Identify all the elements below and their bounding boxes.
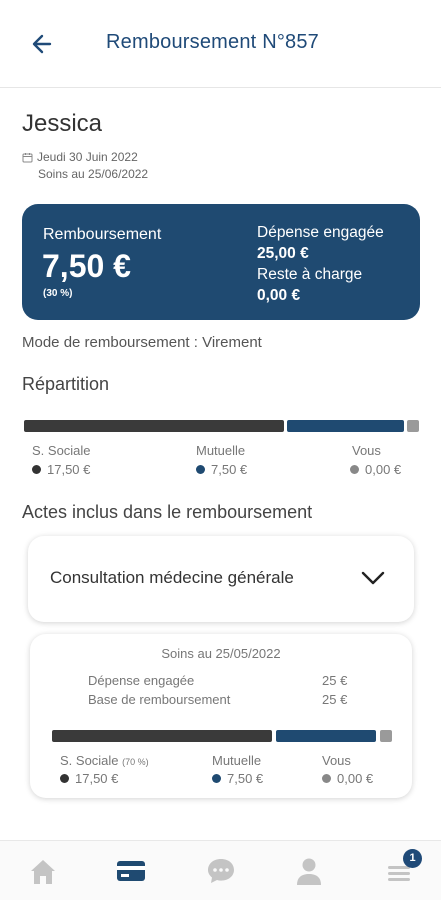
detail-bar-vous — [380, 730, 392, 742]
mutuelle-dot — [196, 465, 205, 474]
care-date: Soins au 25/06/2022 — [38, 167, 149, 181]
detail-base-label: Base de remboursement — [88, 692, 231, 707]
bottom-nav — [0, 840, 441, 900]
vous-dot — [350, 465, 359, 474]
repartition-label-vous: Vous — [352, 443, 381, 458]
detail-mutuelle-value: 7,50 € — [227, 771, 264, 786]
detail-label-vous: Vous — [322, 753, 351, 768]
repartition-value-vous: 0,00 € — [350, 462, 401, 477]
repartition-value-ss: 17,50 € — [32, 462, 90, 477]
back-button[interactable] — [28, 30, 58, 58]
rest-value: 0,00 € — [257, 287, 301, 304]
summary-details: Dépense engagée 25,00 € Reste à charge 0… — [257, 222, 384, 306]
nav-card[interactable] — [114, 855, 148, 887]
summary-percent: (30 %) — [43, 288, 73, 299]
acte-detail-card: Soins au 25/05/2022 Dépense engagée 25 €… — [30, 634, 412, 798]
detail-bar-ss — [52, 730, 272, 742]
repartition-bar-vous — [407, 420, 419, 432]
repartition-bar-ss — [24, 420, 284, 432]
actes-title: Actes inclus dans le remboursement — [22, 502, 313, 522]
detail-label-mutuelle: Mutuelle — [212, 753, 262, 768]
chat-icon — [208, 859, 234, 883]
nav-profile[interactable] — [292, 855, 326, 887]
detail-ss-sublabel: (70 %) — [122, 757, 149, 767]
detail-value-vous: 0,00 € — [322, 771, 373, 786]
page-title: Remboursement N°857 — [106, 31, 320, 53]
repartition-label-ss: S. Sociale — [32, 443, 91, 458]
notification-badge: 1 — [403, 849, 422, 868]
repartition-label-mutuelle: Mutuelle — [196, 443, 246, 458]
detail-bar-mutuelle — [276, 730, 376, 742]
detail-value-mutuelle: 7,50 € — [212, 771, 263, 786]
patient-name: Jessica — [22, 110, 103, 137]
ss-dot — [32, 465, 41, 474]
detail-label-ss: S. Sociale (70 %) — [60, 753, 149, 768]
detail-care-date: Soins au 25/05/2022 — [161, 646, 281, 661]
detail-value-ss: 17,50 € — [60, 771, 118, 786]
summary-label: Remboursement — [43, 226, 162, 243]
repartition-title: Répartition — [22, 374, 110, 394]
detail-ss-label: S. Sociale — [60, 753, 119, 768]
mutuelle-value: 7,50 € — [211, 462, 248, 477]
summary-amount: 7,50 € — [42, 248, 131, 284]
detail-base-value: 25 € — [322, 692, 348, 707]
home-icon — [31, 860, 55, 884]
detail-vous-dot — [322, 774, 331, 783]
rest-label: Reste à charge — [257, 266, 363, 283]
detail-spent-label: Dépense engagée — [88, 673, 195, 688]
nav-chat[interactable] — [204, 855, 238, 887]
arrow-left-icon — [32, 34, 52, 54]
detail-ss-value: 17,50 € — [75, 771, 119, 786]
detail-ss-dot — [60, 774, 69, 783]
card-icon — [117, 861, 145, 881]
acte-label: Consultation médecine générale — [50, 568, 294, 587]
calendar-icon — [22, 152, 33, 162]
repartition-bar-mutuelle — [287, 420, 404, 432]
detail-spent-value: 25 € — [322, 673, 348, 688]
nav-home[interactable] — [26, 855, 60, 887]
vous-value: 0,00 € — [365, 462, 402, 477]
acte-card[interactable]: Consultation médecine générale — [28, 536, 414, 622]
summary-card: Remboursement 7,50 € (30 %) Dépense enga… — [22, 204, 420, 320]
detail-mutuelle-dot — [212, 774, 221, 783]
payment-mode: Mode de remboursement : Virement — [22, 334, 262, 351]
spent-value: 25,00 € — [257, 245, 309, 262]
detail-vous-value: 0,00 € — [337, 771, 374, 786]
date-text: Jeudi 30 Juin 2022 — [37, 150, 138, 164]
chevron-down-icon[interactable] — [360, 568, 386, 588]
ss-value: 17,50 € — [47, 462, 91, 477]
reimbursement-date: Jeudi 30 Juin 2022 — [22, 150, 138, 164]
user-icon — [297, 858, 321, 885]
spent-label: Dépense engagée — [257, 224, 384, 241]
header: Remboursement N°857 — [0, 0, 441, 88]
repartition-value-mutuelle: 7,50 € — [196, 462, 247, 477]
